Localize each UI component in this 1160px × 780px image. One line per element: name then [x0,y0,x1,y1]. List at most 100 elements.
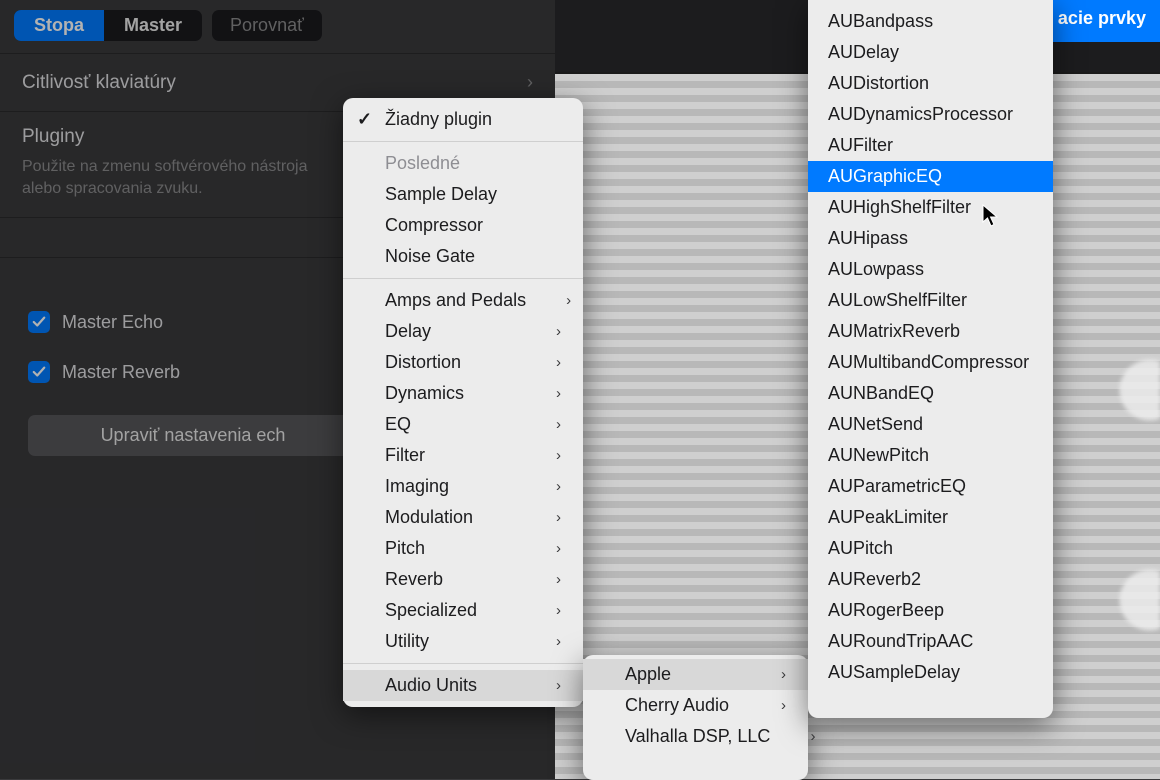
au-plugin-item[interactable]: AUPitch [808,533,1053,564]
au-plugin-item[interactable]: AUDelay [808,37,1053,68]
manufacturer-menu-item[interactable]: Cherry Audio› [583,690,808,721]
menu-separator [343,141,583,142]
au-plugin-item[interactable]: AURoundTripAAC [808,626,1053,657]
au-plugin-item[interactable]: AUParametricEQ [808,471,1053,502]
top-right-button[interactable]: acie prvky [1036,0,1160,42]
au-plugin-item-label: AULowpass [828,259,924,280]
au-plugin-menu[interactable]: AUBandpass AUDelay AUDistortion AUDynamicsP… [808,0,1053,718]
plugin-menu-category[interactable]: Modulation› [343,502,583,533]
au-plugin-item-label: AUParametricEQ [828,476,966,497]
chevron-right-icon: › [516,385,561,402]
au-plugin-item[interactable]: AUHighShelfFilter [808,192,1053,223]
au-plugin-item-label: AUFilter [828,135,893,156]
plugin-menu-recent-item[interactable]: Compressor [343,210,583,241]
au-plugin-item-label: AUPitch [828,538,893,559]
knob-decor [1060,330,1160,450]
edit-echo-settings-button[interactable]: Upraviť nastavenia ech [28,415,358,456]
au-plugin-item[interactable]: AUDynamicsProcessor [808,99,1053,130]
au-plugin-item[interactable]: AULowShelfFilter [808,285,1053,316]
au-plugin-item-label: AUNewPitch [828,445,929,466]
au-plugin-item[interactable]: AUGraphicEQ [808,161,1053,192]
chevron-right-icon: › [516,602,561,619]
chevron-right-icon: › [516,478,561,495]
au-plugin-item-label: AUDistortion [828,73,929,94]
au-plugin-item-label: AULowShelfFilter [828,290,967,311]
au-plugin-item-label: AURogerBeep [828,600,944,621]
segment-stopa[interactable]: Stopa [14,10,104,41]
plugin-menu-recent-item[interactable]: Noise Gate [343,241,583,272]
menu-separator [343,278,583,279]
au-plugin-item-label: AUNBandEQ [828,383,934,404]
chevron-right-icon: › [516,571,561,588]
checkbox-checked-icon[interactable] [28,311,50,333]
au-plugin-item-label: AUHighShelfFilter [828,197,971,218]
plugin-menu-category[interactable]: EQ› [343,409,583,440]
au-plugin-item[interactable]: AUMatrixReverb [808,316,1053,347]
chevron-right-icon: › [516,354,561,371]
plugin-menu-none-label: Žiadny plugin [385,109,492,130]
plugin-menu-recent-header: Posledné [343,148,583,179]
manufacturer-menu-item[interactable]: Apple› [583,659,808,690]
au-plugin-item[interactable]: AUPeakLimiter [808,502,1053,533]
au-plugin-item[interactable]: AULowpass [808,254,1053,285]
au-plugin-item[interactable]: AUBandpass [808,6,1053,37]
plugin-menu-recent-item[interactable]: Sample Delay [343,179,583,210]
au-plugin-item[interactable]: AUDistortion [808,68,1053,99]
au-plugin-item-label: AUBandpass [828,11,933,32]
plugin-menu-category[interactable]: Reverb› [343,564,583,595]
chevron-right-icon: › [516,633,561,650]
keyboard-sensitivity-label: Citlivosť klaviatúry [22,72,176,94]
au-plugin-item[interactable]: AUNetSend [808,409,1053,440]
au-plugin-item[interactable]: AUReverb2 [808,564,1053,595]
au-plugin-item[interactable]: AURogerBeep [808,595,1053,626]
chevron-right-icon: › [526,292,571,309]
au-plugin-item[interactable]: AUFilter [808,130,1053,161]
au-plugin-item-label: AUGraphicEQ [828,166,942,187]
plugin-menu-category[interactable]: Dynamics› [343,378,583,409]
knob-decor [1060,540,1160,660]
plugins-hint: Použite na zmenu softvérového nástroja a… [0,154,330,217]
au-plugin-item-label: AUDynamicsProcessor [828,104,1013,125]
plugin-menu-category[interactable]: Amps and Pedals› [343,285,583,316]
au-plugin-item[interactable]: AUSampleDelay [808,657,1053,688]
chevron-right-icon: › [527,72,533,93]
au-plugin-item-label: AUDelay [828,42,899,63]
checkmark-icon: ✓ [357,109,372,130]
chevron-right-icon: › [770,728,815,745]
au-plugin-item[interactable]: AUNBandEQ [808,378,1053,409]
plugin-menu-category[interactable]: Filter› [343,440,583,471]
plugin-menu-category[interactable]: Imaging› [343,471,583,502]
au-plugin-item-label: AUHipass [828,228,908,249]
chevron-right-icon: › [516,447,561,464]
au-plugin-item-label: AURoundTripAAC [828,631,973,652]
chevron-right-icon: › [741,697,786,714]
plugin-menu-category[interactable]: Pitch› [343,533,583,564]
segment-master[interactable]: Master [104,10,202,41]
au-plugin-item-label: AUSampleDelay [828,662,960,683]
plugin-menu-audio-units[interactable]: Audio Units› [343,670,583,701]
plugin-menu-none[interactable]: ✓ Žiadny plugin [343,104,583,135]
plugin-menu[interactable]: ✓ Žiadny plugin Posledné Sample Delay Co… [343,98,583,707]
checkbox-checked-icon[interactable] [28,361,50,383]
chevron-right-icon: › [741,666,786,683]
track-master-segment[interactable]: Stopa Master [14,10,202,41]
au-plugin-item[interactable]: AUNewPitch [808,440,1053,471]
chevron-right-icon: › [516,540,561,557]
compare-button[interactable]: Porovnať [212,10,322,41]
au-plugin-item[interactable]: AUMultibandCompressor [808,347,1053,378]
plugin-menu-category[interactable]: Specialized› [343,595,583,626]
chevron-right-icon: › [516,509,561,526]
au-plugin-item-label: AUMultibandCompressor [828,352,1029,373]
chevron-right-icon: › [516,323,561,340]
manufacturer-menu[interactable]: Apple› Cherry Audio› Valhalla DSP, LLC› [583,655,808,780]
plugin-menu-category[interactable]: Distortion› [343,347,583,378]
chevron-right-icon: › [516,677,561,694]
au-plugin-item-label: AUPeakLimiter [828,507,948,528]
au-plugin-item-label: AUNetSend [828,414,923,435]
plugin-menu-category[interactable]: Delay› [343,316,583,347]
au-plugin-item[interactable]: AUHipass [808,223,1053,254]
chevron-right-icon: › [516,416,561,433]
manufacturer-menu-item[interactable]: Valhalla DSP, LLC› [583,721,808,752]
plugin-menu-category[interactable]: Utility› [343,626,583,657]
au-plugin-item-label: AUReverb2 [828,569,921,590]
